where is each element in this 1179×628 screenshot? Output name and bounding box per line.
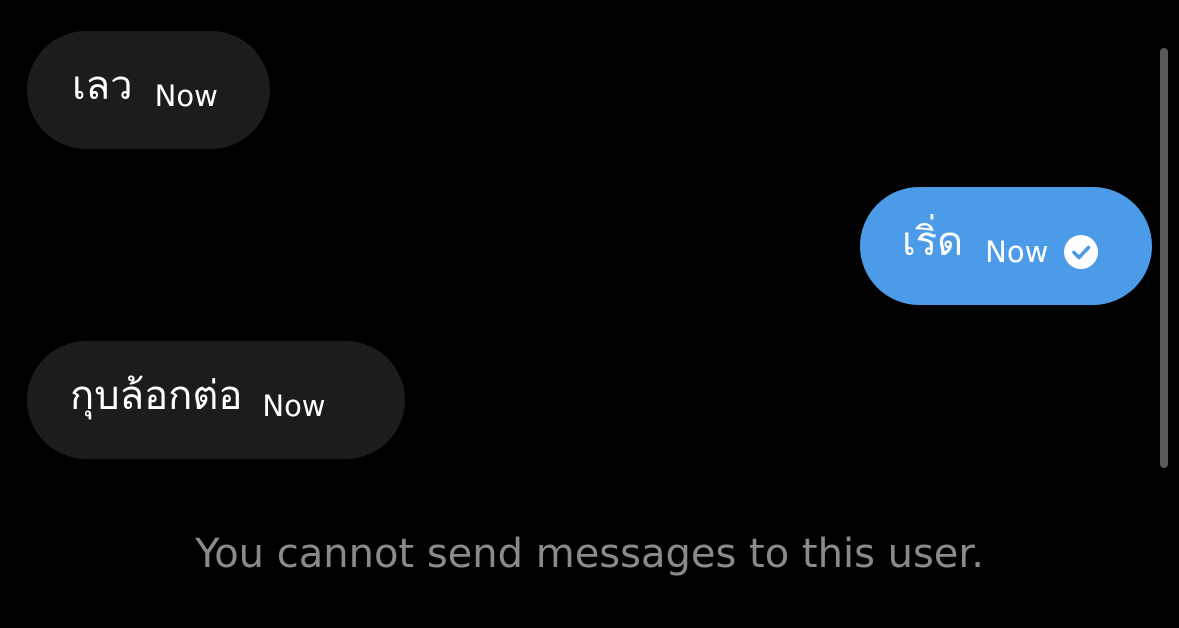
read-check-icon [1064,235,1099,269]
message-text: กุบล้อกต่อ [70,373,243,419]
message-timestamp: Now [154,78,218,113]
message-timestamp: Now [262,388,326,423]
message-bubble-outgoing[interactable]: เริ่ด Now [860,187,1152,305]
message-bubble-incoming[interactable]: กุบล้อกต่อ Now [27,341,405,459]
scrollbar[interactable] [1160,48,1168,468]
cannot-send-notice: You cannot send messages to this user. [195,531,984,577]
message-text: เลว [72,63,133,109]
message-bubble-incoming[interactable]: เลว Now [27,31,270,149]
message-timestamp: Now [985,234,1049,269]
message-text: เริ่ด [902,219,964,265]
